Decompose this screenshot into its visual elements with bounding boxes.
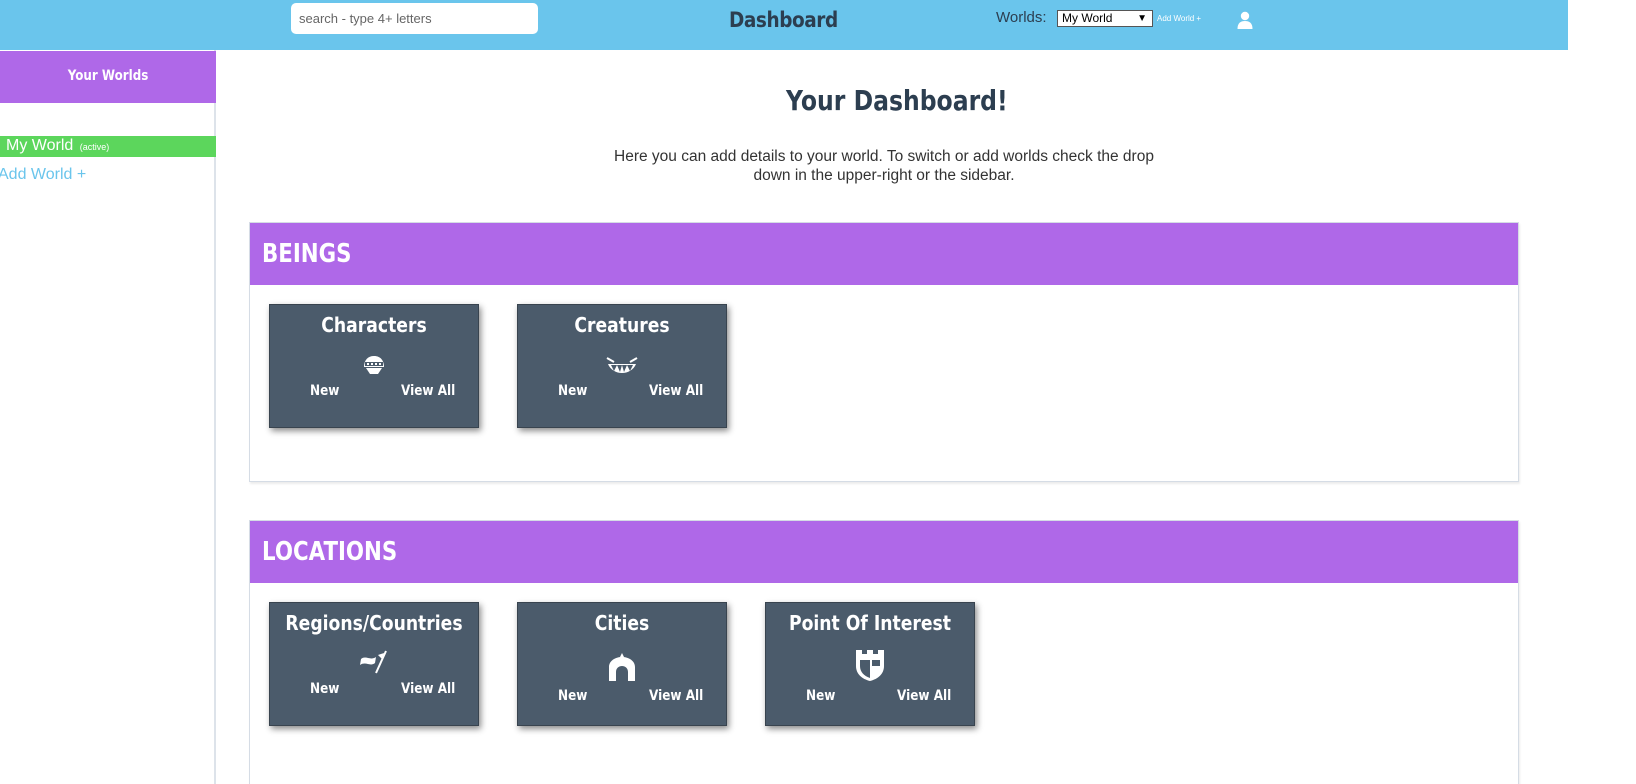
user-icon[interactable] [1237, 11, 1253, 29]
new-creature-button[interactable]: New [558, 383, 587, 399]
new-region-button[interactable]: New [310, 681, 339, 697]
section-header: BEINGS [250, 223, 1518, 285]
caret-down-icon: ▼ [1137, 13, 1147, 24]
new-point-of-interest-button[interactable]: New [806, 688, 835, 704]
character-icon [364, 356, 384, 374]
section-title: BEINGS [262, 239, 352, 269]
worlds-select[interactable]: My World ▼ [1057, 10, 1153, 27]
card-title: Characters [321, 313, 427, 337]
card-characters: Characters New View All [269, 304, 479, 428]
sidebar-title: Your Worlds [67, 68, 149, 84]
card-title: Cities [594, 611, 650, 635]
view-all-cities-button[interactable]: View All [649, 688, 703, 704]
view-all-characters-button[interactable]: View All [401, 383, 455, 399]
app-title: Dashboard [729, 8, 838, 32]
active-badge: (active) [79, 142, 110, 152]
card-cities: Cities New View All [517, 602, 727, 726]
view-all-creatures-button[interactable]: View All [649, 383, 703, 399]
view-all-points-of-interest-button[interactable]: View All [897, 688, 951, 704]
card-regions: Regions/Countries New View All [269, 602, 479, 726]
city-gate-icon [609, 653, 635, 681]
scrollbar-top [1556, 0, 1568, 50]
sidebar: Your Worlds My World (active) Add World … [0, 50, 216, 784]
add-world-link-top[interactable]: Add World + [1157, 14, 1201, 23]
scrollbar-track[interactable] [1568, 0, 1636, 784]
creature-icon [606, 357, 638, 373]
card-title: Point Of Interest [788, 611, 952, 635]
card-title: Regions/Countries [285, 611, 463, 635]
sidebar-world-item[interactable]: My World (active) [0, 136, 216, 157]
search-input[interactable] [291, 3, 538, 34]
section-beings: BEINGS Characters New View All Creatures… [249, 222, 1519, 482]
new-character-button[interactable]: New [310, 383, 339, 399]
add-world-link-sidebar[interactable]: Add World + [0, 166, 86, 184]
card-title: Creatures [574, 313, 670, 337]
worlds-select-value: My World [1062, 11, 1113, 25]
page-title: Your Dashboard! [786, 84, 1008, 117]
intro-text: Here you can add details to your world. … [614, 148, 1154, 184]
card-points-of-interest: Point Of Interest New View All [765, 602, 975, 726]
card-creatures: Creatures New View All [517, 304, 727, 428]
view-all-regions-button[interactable]: View All [401, 681, 455, 697]
castle-shield-icon [856, 650, 884, 681]
section-locations: LOCATIONS Regions/Countries New View All… [249, 520, 1519, 784]
section-header: LOCATIONS [250, 521, 1518, 583]
new-city-button[interactable]: New [558, 688, 587, 704]
world-name: My World [6, 137, 74, 154]
flag-icon [360, 650, 387, 674]
section-title: LOCATIONS [262, 537, 398, 567]
worlds-label: Worlds: [996, 9, 1047, 26]
sidebar-header: Your Worlds [0, 51, 216, 103]
